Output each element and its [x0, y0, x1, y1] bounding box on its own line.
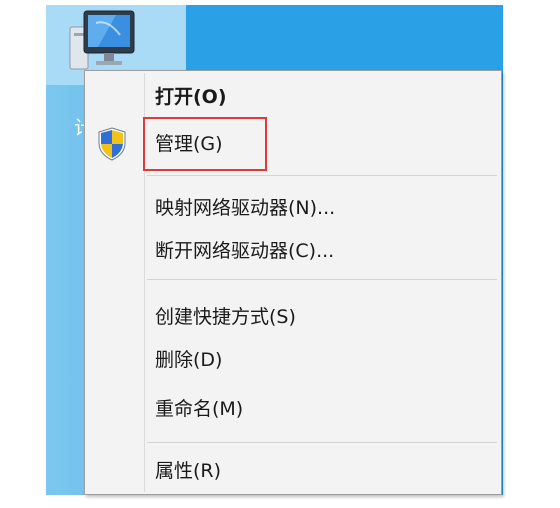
menu-item-open[interactable]: 打开(O) — [155, 79, 227, 115]
menu-item-disconnect-network-drive[interactable]: 断开网络驱动器(C)... — [155, 233, 334, 269]
menu-item-delete[interactable]: 删除(D) — [155, 342, 222, 378]
screenshot: 计 打开(O) 管理(G) 映射网络驱动器(N)... 断开网络驱动器(C)..… — [0, 0, 560, 508]
computer-icon[interactable] — [68, 9, 138, 75]
menu-item-create-shortcut[interactable]: 创建快捷方式(S) — [155, 299, 296, 335]
menu-separator — [147, 175, 497, 176]
menu-item-properties[interactable]: 属性(R) — [155, 453, 221, 489]
menu-item-rename[interactable]: 重命名(M) — [155, 391, 243, 427]
uac-shield-icon — [98, 127, 126, 161]
context-menu: 打开(O) 管理(G) 映射网络驱动器(N)... 断开网络驱动器(C)... … — [84, 70, 502, 495]
menu-separator — [147, 279, 497, 280]
menu-icon-gutter-divider — [144, 73, 145, 492]
menu-separator — [147, 442, 497, 443]
menu-item-map-network-drive[interactable]: 映射网络驱动器(N)... — [155, 190, 335, 226]
menu-item-manage[interactable]: 管理(G) — [155, 126, 223, 162]
